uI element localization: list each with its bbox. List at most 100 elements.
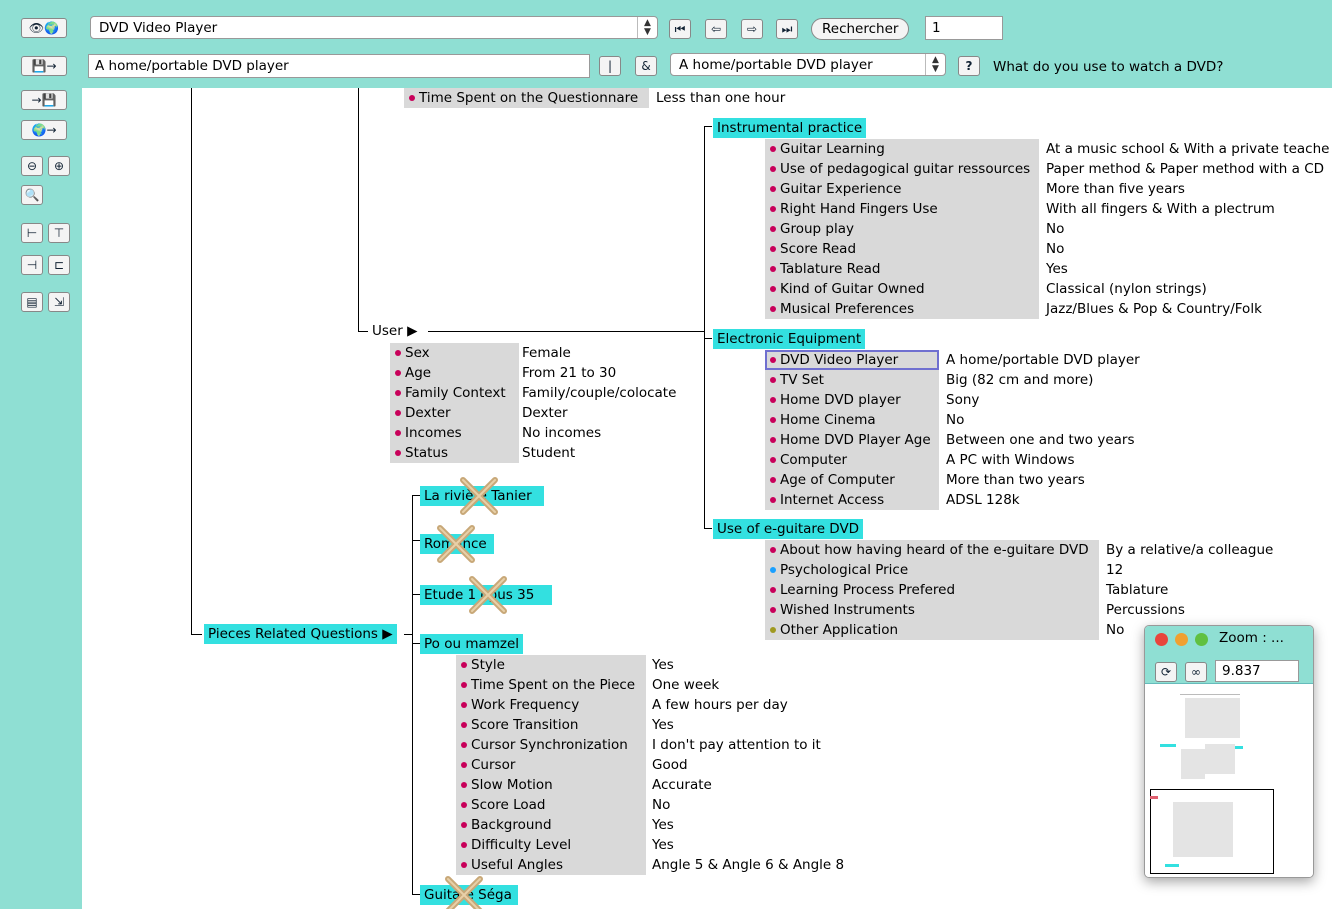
property-row[interactable]: Useful Angles [456,855,563,875]
property-label: Psychological Price [780,562,909,578]
use-of-dvd-node[interactable]: Use of e-guitare DVD [713,519,864,539]
property-value: Good [652,757,688,773]
close-icon[interactable] [1155,633,1168,646]
property-row[interactable]: Group play [765,219,854,239]
property-value: A home/portable DVD player [946,352,1140,368]
pieces-related-node[interactable]: Pieces Related Questions ▶ [204,624,397,644]
last-page-icon[interactable]: ⏭ [776,19,798,39]
property-row[interactable]: Kind of Guitar Owned [765,279,925,299]
tree-collapse-icon[interactable]: ⊏ [48,255,70,275]
property-row[interactable]: Age of Computer [765,470,895,490]
maximize-icon[interactable] [1195,633,1208,646]
prev-page-icon[interactable]: ⇦ [705,19,727,39]
property-label: Score Transition [471,717,579,733]
tree-down-icon[interactable]: ⊤ [48,223,70,243]
user-node[interactable]: User ▶ [368,321,422,341]
property-row[interactable]: Score Transition [456,715,578,735]
property-row[interactable]: Home Cinema [765,410,876,430]
property-row[interactable]: Cursor [456,755,515,775]
bullet-icon [461,801,467,808]
bullet-icon [770,626,776,633]
property-row[interactable]: Time Spent on the Piece [456,675,635,695]
select-arrows-icon: ▲ ▼ [925,54,945,75]
glasses-icon[interactable]: ∞ [1185,662,1207,682]
property-row[interactable]: Psychological Price [765,560,908,580]
document-icon[interactable]: ▤ [21,292,43,312]
property-row[interactable]: Home DVD Player Age [765,430,931,450]
property-value: Family/couple/colocate [522,385,677,401]
property-row[interactable]: Score Read [765,239,856,259]
property-value: Yes [652,837,674,853]
tree-expand-icon[interactable]: ⊣ [21,255,43,275]
bullet-icon [461,841,467,848]
export-icon[interactable]: ⇲ [48,292,70,312]
property-row[interactable]: Guitar Learning [765,139,885,159]
time-spent-property[interactable]: Time Spent on the Questionnare [404,88,649,108]
property-label: TV Set [780,372,824,388]
property-row[interactable]: About how having heard of the e-guitare … [765,540,1089,560]
zoom-overview[interactable] [1145,684,1313,877]
property-row[interactable]: Sex [390,343,430,363]
bullet-icon [770,606,776,613]
bullet-icon [770,416,776,423]
property-row[interactable]: Wished Instruments [765,600,915,620]
property-row[interactable]: Status [390,443,448,463]
zoom-out-icon[interactable]: ⊖ [21,156,43,176]
zoom-window[interactable]: Zoom : ... ⟳ ∞ 9.837 [1144,625,1314,878]
property-value: Dexter [522,405,568,421]
next-page-icon[interactable]: ⇨ [741,19,763,39]
view-globe-button[interactable]: 👁🌍 [21,18,67,38]
tree-left-icon[interactable]: ⊢ [21,223,43,243]
help-button[interactable]: ? [958,56,980,76]
property-label: Musical Preferences [780,301,915,317]
property-row[interactable]: Other Application [765,620,898,640]
property-row[interactable]: Musical Preferences [765,299,914,319]
property-row[interactable]: Computer [765,450,847,470]
property-row[interactable]: Learning Process Prefered [765,580,955,600]
property-row[interactable]: Difficulty Level [456,835,571,855]
property-row[interactable]: Right Hand Fingers Use [765,199,938,219]
property-value: Big (82 cm and more) [946,372,1094,388]
property-row[interactable]: Background [456,815,552,835]
minimize-icon[interactable] [1175,633,1188,646]
property-row[interactable]: Home DVD player [765,390,901,410]
zoom-in-icon[interactable]: ⊕ [48,156,70,176]
piece-node[interactable]: Po ou mamzel [420,634,524,654]
property-row[interactable]: Cursor Synchronization [456,735,628,755]
property-row[interactable]: TV Set [765,370,824,390]
and-button[interactable]: & [635,56,657,76]
globe-tree-icon[interactable]: 🌍→ [21,120,67,140]
load-tree-icon[interactable]: →💾 [21,90,67,110]
property-row-selected[interactable]: DVD Video Player [765,350,939,370]
question-select[interactable]: DVD Video Player ▲ ▼ [90,16,658,39]
save-tree-icon[interactable]: 💾→ [21,56,67,76]
property-row[interactable]: Work Frequency [456,695,579,715]
property-row[interactable]: Incomes [390,423,462,443]
zoom-icon[interactable]: 🔍 [21,185,43,205]
answer-select[interactable]: A home/portable DVD player ▲ ▼ [670,53,946,76]
property-row[interactable]: Score Load [456,795,546,815]
property-row[interactable]: Age [390,363,431,383]
bullet-icon [461,721,467,728]
property-row[interactable]: Slow Motion [456,775,553,795]
zoom-titlebar[interactable]: Zoom : ... ⟳ ∞ 9.837 [1145,626,1313,684]
property-row[interactable]: Style [456,655,505,675]
property-row[interactable]: Family Context [390,383,506,403]
property-row[interactable]: Tablature Read [765,259,881,279]
property-row[interactable]: Dexter [390,403,451,423]
property-value: Sony [946,392,980,408]
property-row[interactable]: Internet Access [765,490,884,510]
answer-input[interactable]: A home/portable DVD player [88,54,590,78]
page-number-field[interactable]: 1 [925,16,1003,40]
property-row[interactable]: Guitar Experience [765,179,901,199]
property-label: Right Hand Fingers Use [780,201,938,217]
property-row[interactable]: Use of pedagogical guitar ressources [765,159,1030,179]
first-page-icon[interactable]: ⏮ [669,19,691,39]
search-button[interactable]: Rechercher [811,18,910,40]
refresh-icon[interactable]: ⟳ [1155,662,1177,682]
instrumental-practice-node[interactable]: Instrumental practice [713,118,867,138]
cursor-button[interactable]: | [599,56,621,76]
electronic-equipment-node[interactable]: Electronic Equipment [713,329,866,349]
zoom-factor-field[interactable]: 9.837 [1215,660,1299,682]
property-label: Useful Angles [471,857,564,873]
